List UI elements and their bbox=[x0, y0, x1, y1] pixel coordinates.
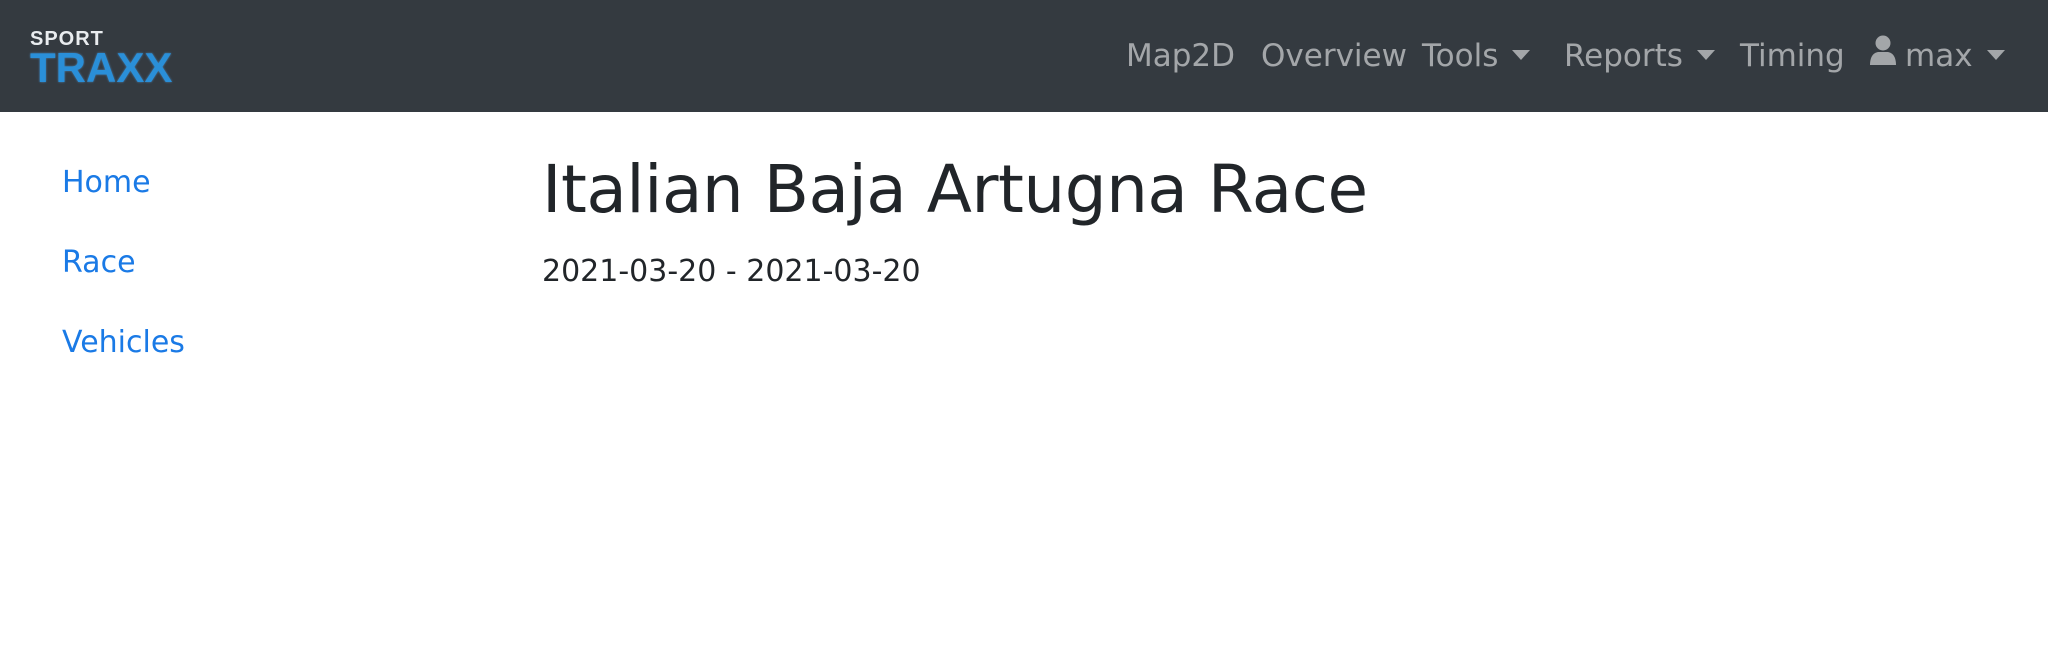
chevron-down-icon bbox=[1696, 49, 1715, 60]
nav-item-label: Overview bbox=[1261, 38, 1407, 74]
user-icon bbox=[1869, 33, 1897, 77]
nav-item-overview[interactable]: Overview bbox=[1261, 34, 1407, 78]
nav-item-reports[interactable]: Reports bbox=[1564, 34, 1715, 78]
nav-item-label: Map2D bbox=[1126, 38, 1236, 74]
page-title: Italian Baja Artugna Race bbox=[542, 151, 1368, 228]
nav-item-map2d[interactable]: Map2D bbox=[1126, 34, 1235, 78]
sporttraxx-logo[interactable]: SPORT TRAXX bbox=[30, 28, 212, 90]
sidebar-item-vehicles[interactable]: Vehicles bbox=[62, 323, 185, 363]
nav-item-timing[interactable]: Timing bbox=[1740, 34, 1845, 78]
sidebar-item-home[interactable]: Home bbox=[62, 163, 151, 203]
race-date-range: 2021-03-20 - 2021-03-20 bbox=[542, 254, 921, 289]
nav-item-label: Timing bbox=[1740, 38, 1845, 74]
chevron-down-icon bbox=[1512, 49, 1531, 60]
nav-item-tools[interactable]: Tools bbox=[1422, 34, 1531, 78]
nav-item-user-menu[interactable]: max bbox=[1869, 34, 2005, 78]
nav-item-label: max bbox=[1905, 38, 1973, 74]
top-navbar: SPORT TRAXX Map2D Overview Tools Reports… bbox=[0, 0, 2048, 112]
sidebar-item-race[interactable]: Race bbox=[62, 243, 136, 283]
nav-item-label: Reports bbox=[1564, 38, 1683, 74]
logo-text-traxx: TRAXX bbox=[30, 44, 173, 91]
chevron-down-icon bbox=[1986, 49, 2005, 60]
nav-item-label: Tools bbox=[1422, 38, 1499, 74]
